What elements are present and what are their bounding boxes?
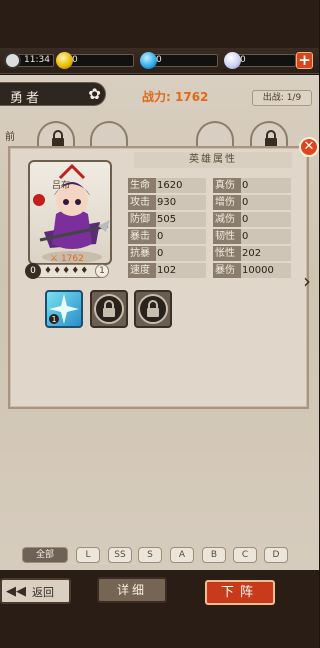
star-count: 1 <box>95 264 109 278</box>
gem-counter: 0 <box>140 52 218 69</box>
attribute-value: 0 <box>241 195 291 210</box>
top-frame <box>0 0 319 48</box>
clock-icon <box>4 52 21 69</box>
detail-button[interactable]: 详细 <box>97 577 167 603</box>
gold-coin-icon <box>56 52 73 69</box>
next-hero-button[interactable]: › <box>303 268 317 294</box>
attribute-value: 10000 <box>241 263 291 278</box>
pearl-icon <box>224 52 241 69</box>
hero-portrait <box>39 163 110 263</box>
remove-from-team-button[interactable]: 下阵 <box>205 580 275 605</box>
lock-icon <box>103 300 115 317</box>
attribute-label: 防御 <box>128 212 156 227</box>
lock-icon <box>147 300 159 317</box>
hero-card[interactable] <box>28 160 112 265</box>
chevron-right-icon: › <box>303 269 311 293</box>
attribute-label: 速度 <box>128 263 156 278</box>
filter-d[interactable]: D <box>264 547 288 563</box>
attribute-label: 生命 <box>128 178 156 193</box>
attribute-value: 0 <box>241 212 291 227</box>
filter-s[interactable]: S <box>138 547 162 563</box>
attribute-value: 0 <box>156 246 206 261</box>
skill-slot-locked[interactable] <box>134 290 172 328</box>
svg-text:1: 1 <box>51 315 56 324</box>
attribute-label: 怅性 <box>213 246 241 261</box>
team-power: 战力: 1762 <box>142 90 209 104</box>
clock-display: 11:34 <box>4 52 54 69</box>
hero-name: 吕布 <box>52 181 71 191</box>
skill-burst-icon: 1 <box>49 294 79 324</box>
skill-slot-locked[interactable] <box>90 290 128 328</box>
attribute-label: 暴击 <box>128 229 156 244</box>
team-tab-label: 勇者 <box>10 91 43 106</box>
filter-all[interactable]: 全部 <box>22 547 68 563</box>
attribute-value: 505 <box>156 212 206 227</box>
attribute-label: 攻击 <box>128 195 156 210</box>
add-resource-button[interactable]: + <box>296 52 313 69</box>
hero-class-badge <box>33 194 45 206</box>
pearl-counter: 0 <box>224 52 296 69</box>
attribute-label: 暴伤 <box>213 263 241 278</box>
filter-c[interactable]: C <box>233 547 257 563</box>
attribute-label: 增伤 <box>213 195 241 210</box>
team-power-value: 1762 <box>175 90 209 104</box>
flower-icon: ✿ <box>88 85 101 103</box>
hero-power: ⚔ 1762 <box>50 254 84 264</box>
skill-slot-active[interactable]: 1 <box>45 290 83 328</box>
attribute-value: 0 <box>156 229 206 244</box>
attribute-label: 真伤 <box>213 178 241 193</box>
attribute-label: 抗暴 <box>128 246 156 261</box>
attribute-value: 102 <box>156 263 206 278</box>
deploy-count: 出战: 1/9 <box>252 90 312 106</box>
attribute-value: 930 <box>156 195 206 210</box>
star-icons: ♦♦♦♦♦ <box>44 266 90 276</box>
attribute-value: 202 <box>241 246 291 261</box>
back-button[interactable]: ◀◀ 返回 <box>0 578 71 604</box>
team-tab[interactable]: 勇者 ✿ <box>0 82 106 106</box>
attribute-value: 0 <box>241 229 291 244</box>
attribute-value: 0 <box>241 178 291 193</box>
attributes-title: 英雄属性 <box>134 152 292 168</box>
back-arrow-icon: ◀◀ <box>6 584 26 599</box>
attribute-value: 1620 <box>156 178 206 193</box>
attribute-label: 减伤 <box>213 212 241 227</box>
attribute-label: 韧性 <box>213 229 241 244</box>
filter-l[interactable]: L <box>76 547 100 563</box>
filter-b[interactable]: B <box>202 547 226 563</box>
filter-ss[interactable]: SS <box>108 547 132 563</box>
front-row-label: 前 <box>5 132 15 143</box>
gold-counter: 0 <box>56 52 134 69</box>
hero-level-badge: 0 <box>25 263 41 279</box>
hero-star-row: 0 ♦♦♦♦♦ 1 <box>25 263 109 279</box>
close-button[interactable]: ✕ <box>299 137 319 157</box>
filter-a[interactable]: A <box>170 547 194 563</box>
close-icon: ✕ <box>303 139 315 154</box>
gem-icon <box>140 52 157 69</box>
